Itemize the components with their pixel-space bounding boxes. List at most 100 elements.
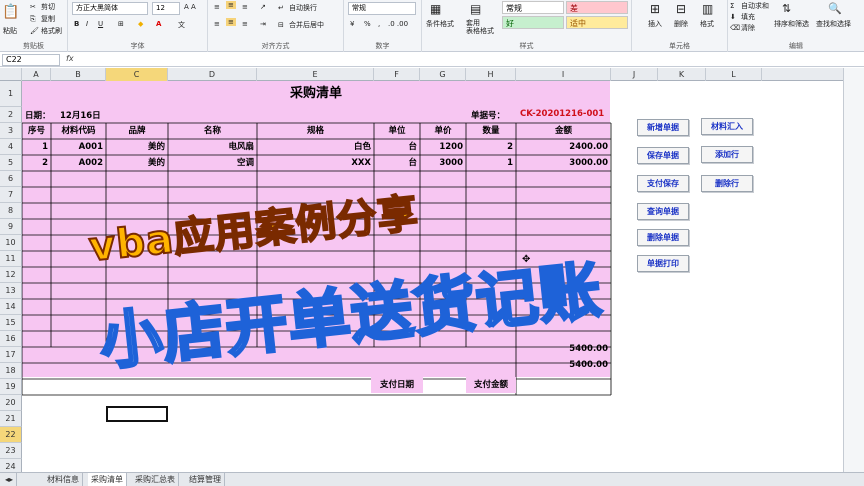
orientation-icon[interactable]: ↗ [260, 3, 266, 11]
paste-icon[interactable]: 📋 [2, 4, 19, 20]
decimal-icon[interactable]: .0 .00 [388, 20, 408, 28]
table-cell-name[interactable]: 电风扇 [168, 139, 254, 155]
sheet-tab[interactable]: 采购汇总表 [132, 473, 179, 486]
total-amount-1[interactable]: 5400.00 [522, 344, 608, 354]
table-cell-unit[interactable]: 台 [374, 155, 417, 171]
align-left-icon[interactable]: ≡ [214, 20, 220, 28]
row-header-10[interactable]: 10 [0, 235, 22, 251]
copy-button[interactable]: ⎘ 复制 [30, 14, 55, 24]
row-header-8[interactable]: 8 [0, 203, 22, 219]
paste-button[interactable]: 粘贴 [3, 26, 17, 36]
style-good[interactable]: 好 [502, 16, 564, 29]
column-header-l[interactable]: L [706, 68, 762, 81]
row-header-5[interactable]: 5 [0, 155, 22, 171]
select-all-corner[interactable] [0, 68, 22, 81]
table-cell-no[interactable]: 2 [22, 155, 48, 171]
row-header-12[interactable]: 12 [0, 267, 22, 283]
align-right-icon[interactable]: ≡ [242, 20, 248, 28]
row-header-15[interactable]: 15 [0, 315, 22, 331]
table-cell-brand[interactable]: 美的 [106, 139, 165, 155]
fill-color-icon[interactable]: ◆ [138, 20, 143, 28]
table-cell-code[interactable]: A002 [51, 155, 103, 171]
name-box[interactable]: C22 [2, 54, 60, 66]
row-header-3[interactable]: 3 [0, 123, 22, 139]
row-header-20[interactable]: 20 [0, 395, 22, 411]
find-select-button[interactable]: 查找和选择 [816, 19, 851, 29]
table-cell-unit[interactable]: 台 [374, 139, 417, 155]
italic-icon[interactable]: I [86, 20, 88, 28]
fill-button[interactable]: ⬇ 填充 [730, 12, 755, 22]
table-cell-amount[interactable]: 2400.00 [516, 139, 608, 155]
underline-icon[interactable]: U [98, 20, 103, 28]
column-header-d[interactable]: D [168, 68, 257, 81]
style-bad[interactable]: 差 [566, 1, 628, 14]
save-doc-button[interactable]: 保存单据 [637, 147, 689, 164]
total-amount-2[interactable]: 5400.00 [522, 360, 608, 370]
cut-button[interactable]: ✂ 剪切 [30, 2, 55, 12]
table-cell-brand[interactable]: 美的 [106, 155, 165, 171]
table-cell-code[interactable]: A001 [51, 139, 103, 155]
format-painter-button[interactable]: 🖌 格式刷 [30, 26, 62, 36]
column-header-f[interactable]: F [374, 68, 420, 81]
align-middle-icon[interactable]: ≡ [226, 1, 236, 9]
tab-nav-icon[interactable]: ◂▸ [2, 473, 18, 486]
sheet-tab[interactable]: 采购清单 [88, 473, 127, 486]
comma-icon[interactable]: , [378, 20, 380, 28]
table-cell-spec[interactable]: XXX [257, 155, 371, 171]
delete-button[interactable]: 删除 [674, 19, 688, 29]
bold-icon[interactable]: B [74, 20, 79, 28]
row-header-21[interactable]: 21 [0, 411, 22, 427]
row-header-16[interactable]: 16 [0, 331, 22, 347]
doc-no-value[interactable]: CK-20201216-001 [520, 109, 604, 119]
border-icon[interactable]: ⊞ [118, 20, 124, 28]
merge-center-button[interactable]: ⊟ 合并后居中 [278, 20, 324, 30]
phonetic-icon[interactable]: 文 [178, 20, 185, 30]
clear-button[interactable]: ⌫清除 [730, 23, 755, 33]
table-cell-qty[interactable]: 2 [466, 139, 513, 155]
conditional-format-button[interactable]: 条件格式 [426, 19, 454, 29]
table-cell-price[interactable]: 1200 [420, 139, 463, 155]
column-header-j[interactable]: J [611, 68, 658, 81]
query-doc-button[interactable]: 查询单据 [637, 203, 689, 220]
row-header-11[interactable]: 11 [0, 251, 22, 267]
row-header-6[interactable]: 6 [0, 171, 22, 187]
column-header-h[interactable]: H [466, 68, 516, 81]
wrap-text-button[interactable]: ↵ 自动换行 [278, 3, 317, 13]
column-header-k[interactable]: K [658, 68, 706, 81]
column-header-a[interactable]: A [22, 68, 51, 81]
row-header-23[interactable]: 23 [0, 443, 22, 459]
align-top-icon[interactable]: ≡ [214, 3, 220, 11]
fx-icon[interactable]: fx [66, 54, 74, 63]
table-cell-amount[interactable]: 3000.00 [516, 155, 608, 171]
row-header-4[interactable]: 4 [0, 139, 22, 155]
row-header-1[interactable]: 1 [0, 81, 22, 107]
column-header-e[interactable]: E [257, 68, 374, 81]
autosum-button[interactable]: Σ 自动求和 [730, 1, 769, 11]
row-header-7[interactable]: 7 [0, 187, 22, 203]
pay-save-button[interactable]: 支付保存 [637, 175, 689, 192]
column-header-c[interactable]: C [106, 68, 168, 81]
insert-button[interactable]: 插入 [648, 19, 662, 29]
selected-cell[interactable] [106, 406, 168, 422]
row-header-2[interactable]: 2 [0, 107, 22, 123]
table-cell-name[interactable]: 空调 [168, 155, 254, 171]
table-cell-price[interactable]: 3000 [420, 155, 463, 171]
font-grow-icon[interactable]: A A [184, 3, 196, 11]
delete-doc-button[interactable]: 删除单据 [637, 229, 689, 246]
table-cell-qty[interactable]: 1 [466, 155, 513, 171]
style-normal[interactable]: 常规 [502, 1, 564, 14]
sheet-title[interactable]: 采购清单 [22, 81, 610, 107]
font-size-select[interactable]: 12 [152, 2, 180, 15]
table-cell-no[interactable]: 1 [22, 139, 48, 155]
column-header-b[interactable]: B [51, 68, 106, 81]
row-header-17[interactable]: 17 [0, 347, 22, 363]
row-header-9[interactable]: 9 [0, 219, 22, 235]
align-bottom-icon[interactable]: ≡ [242, 3, 248, 11]
row-header-24[interactable]: 24 [0, 459, 22, 472]
column-header-i[interactable]: I [516, 68, 611, 81]
sheet-tab[interactable]: 材料信息 [44, 473, 83, 486]
row-header-19[interactable]: 19 [0, 379, 22, 395]
style-neutral[interactable]: 适中 [566, 16, 628, 29]
currency-icon[interactable]: ¥ [350, 20, 354, 28]
sort-filter-button[interactable]: 排序和筛选 [774, 19, 809, 29]
